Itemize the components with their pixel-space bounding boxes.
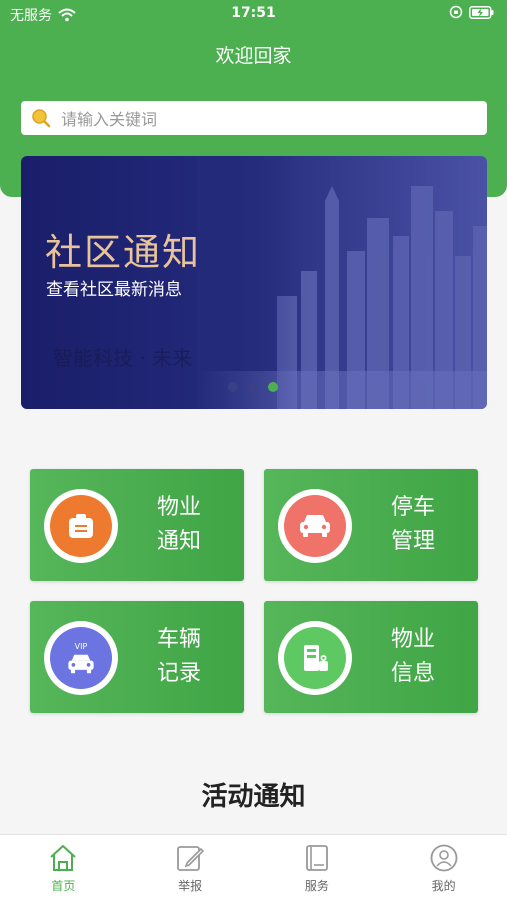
tab-mine[interactable]: 我的 (380, 835, 507, 900)
card-label: 停车 管理 (388, 491, 438, 559)
card-label: 车辆 记录 (154, 623, 204, 691)
banner-title: 社区通知 (45, 231, 201, 274)
status-bar: 无服务 17:51 (0, 0, 507, 28)
carousel-dot[interactable] (248, 382, 258, 392)
search-icon (32, 109, 51, 128)
card-label-line1: 物业 (156, 495, 201, 520)
car-icon (284, 495, 346, 557)
book-icon (305, 845, 328, 871)
icon-ring (278, 621, 352, 695)
card-label-line2: 管理 (390, 529, 435, 554)
icon-ring (278, 489, 352, 563)
card-label-line1: 车辆 (156, 627, 201, 652)
tab-label: 我的 (431, 879, 456, 893)
tab-bar: 首页 举报 服务 我的 (0, 834, 507, 900)
card-vehicle-records[interactable]: VIP 车辆 记录 (30, 601, 244, 713)
tab-report[interactable]: 举报 (127, 835, 254, 900)
section-title-activity: 活动通知 (201, 782, 306, 812)
card-label-line2: 信息 (390, 661, 435, 686)
user-icon (430, 844, 458, 872)
tab-home[interactable]: 首页 (0, 835, 127, 900)
message-glyph (69, 514, 93, 538)
tab-label: 首页 (51, 879, 76, 893)
tab-service[interactable]: 服务 (254, 835, 381, 900)
car-glyph (68, 654, 94, 673)
building-glyph (304, 645, 328, 671)
battery-icon (469, 5, 494, 19)
home-icon (50, 845, 77, 871)
card-parking[interactable]: 停车 管理 (264, 469, 478, 581)
edit-icon (177, 846, 205, 871)
icon-ring (44, 489, 118, 563)
building-icon (284, 627, 346, 689)
search-bar[interactable]: 请输入关键词 (21, 101, 487, 135)
carousel-dot[interactable] (228, 382, 238, 392)
status-right (449, 5, 495, 19)
carousel-dots (228, 382, 278, 392)
card-property-info[interactable]: 物业 信息 (264, 601, 478, 713)
banner-watermark-text: 智能科技 · 未来 (53, 346, 193, 370)
card-property-notice[interactable]: 物业 通知 (30, 469, 244, 581)
status-time: 17:51 (231, 5, 276, 21)
search-input[interactable]: 请输入关键词 (61, 106, 157, 130)
carousel-dot-active[interactable] (268, 382, 278, 392)
vip-badge: VIP (74, 641, 88, 651)
banner-subtitle: 查看社区最新消息 (46, 280, 182, 300)
card-label: 物业 通知 (154, 491, 204, 559)
car-glyph (300, 515, 330, 537)
vip-car-icon: VIP (50, 627, 112, 689)
card-label-line2: 记录 (156, 661, 201, 686)
card-label: 物业 信息 (388, 623, 438, 691)
city-skyline-image (197, 156, 487, 409)
message-icon (50, 495, 112, 557)
tab-label: 举报 (178, 879, 203, 893)
banner-carousel[interactable]: 社区通知 查看社区最新消息 智能科技 · 未来 (21, 156, 487, 409)
card-label-line1: 停车 (390, 495, 435, 520)
tab-label: 服务 (304, 879, 329, 893)
icon-ring: VIP (44, 621, 118, 695)
rotation-lock-icon (449, 5, 463, 19)
card-label-line2: 通知 (156, 529, 201, 554)
page-title: 欢迎回家 (215, 45, 292, 67)
card-label-line1: 物业 (390, 627, 435, 652)
